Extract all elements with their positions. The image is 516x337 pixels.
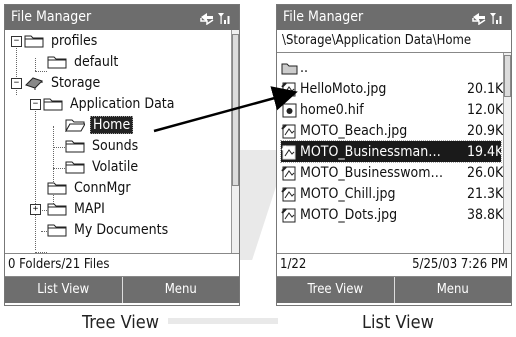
tree-item-label: ConnMgr: [74, 179, 131, 196]
storage-card-icon: [25, 77, 43, 90]
folder-icon: [65, 161, 85, 174]
tree-item-application-data[interactable]: Application Data: [43, 93, 176, 114]
tree-item-profiles[interactable]: profiles: [24, 30, 99, 51]
tree-item-sounds[interactable]: Sounds: [65, 135, 140, 156]
image-file-icon: [281, 123, 296, 138]
folder-open-icon: [65, 119, 85, 132]
list-item-file[interactable]: MOTO_Businesswom… 26.0K: [281, 162, 504, 183]
list-item-file-selected[interactable]: MOTO_Businessman… 19.4K: [280, 140, 504, 163]
collapse-toggle-storage[interactable]: −: [11, 78, 22, 89]
folder-icon: [47, 56, 67, 69]
tree-item-volatile[interactable]: Volatile: [65, 156, 140, 177]
file-name: MOTO_Beach.jpg: [300, 122, 408, 139]
scroll-thumb[interactable]: [232, 34, 239, 186]
list-item-file[interactable]: home0.hif 12.0K: [281, 99, 504, 120]
connectivity-icon: [472, 12, 486, 25]
image-file-icon: [281, 186, 296, 201]
title-bar: File Manager: [277, 5, 511, 30]
file-size: 20.1K: [467, 80, 504, 97]
list-item-file[interactable]: HelloMoto.jpg 20.1K: [281, 78, 504, 99]
tree-item-connmgr[interactable]: ConnMgr: [47, 177, 133, 198]
folder-icon: [24, 35, 44, 48]
tree-item-home[interactable]: Home: [65, 114, 134, 135]
image-file-icon: [281, 81, 296, 96]
file-date-time: 5/25/03 7:26 PM: [412, 257, 508, 272]
tree-item-label: Storage: [51, 74, 101, 91]
app-title: File Manager: [283, 9, 364, 25]
folder-open-icon: [43, 98, 63, 111]
file-name: home0.hif: [300, 101, 364, 118]
list-view-screen: File Manager \Storage\Application Data\H…: [276, 4, 512, 306]
folder-tree: − profiles default − Storage − Applicati…: [5, 30, 239, 254]
tree-item-label: Sounds: [92, 137, 139, 154]
list-item-file[interactable]: MOTO_Dots.jpg 38.8K: [281, 204, 504, 225]
file-size: 12.0K: [467, 101, 504, 118]
picture-file-icon: [282, 103, 297, 117]
watermark-bar: [168, 318, 278, 324]
tree-view-screen: File Manager − profiles default − Storag…: [4, 4, 240, 306]
tree-item-label: My Documents: [74, 221, 169, 238]
folder-icon: [47, 182, 67, 195]
tree-item-label: Volatile: [92, 158, 139, 175]
image-file-icon: [281, 144, 296, 159]
list-scrollbar[interactable]: [503, 53, 511, 253]
file-size: 20.9K: [467, 122, 504, 139]
list-item-parent-folder[interactable]: ..: [281, 57, 501, 78]
tree-item-label: profiles: [51, 32, 98, 49]
tree-item-my-documents[interactable]: My Documents: [47, 219, 170, 240]
connectivity-icon: [200, 12, 214, 25]
image-file-icon: [281, 165, 296, 180]
file-name: HelloMoto.jpg: [300, 80, 387, 97]
list-item-file[interactable]: MOTO_Beach.jpg 20.9K: [281, 120, 504, 141]
image-file-icon: [281, 207, 296, 222]
file-list: .. HelloMoto.jpg 20.1K home0.hif 12.0K M…: [277, 53, 511, 254]
status-icons: [471, 5, 503, 30]
collapse-toggle-profiles[interactable]: −: [11, 36, 22, 47]
menu-softkey[interactable]: Menu: [393, 277, 512, 303]
file-size: 26.0K: [467, 164, 504, 181]
folder-icon: [47, 224, 67, 237]
title-bar: File Manager: [5, 5, 239, 30]
file-size: 19.4K: [467, 143, 504, 160]
softkey-bar: Tree View Menu: [277, 277, 511, 303]
softkey-bar: List View Menu: [5, 277, 239, 303]
list-view-softkey[interactable]: List View: [5, 277, 122, 303]
collapse-toggle-application-data[interactable]: −: [30, 99, 41, 110]
status-bar: 0 Folders/21 Files: [5, 254, 239, 277]
file-name: MOTO_Dots.jpg: [300, 206, 398, 223]
menu-softkey[interactable]: Menu: [121, 277, 240, 303]
file-name: MOTO_Chill.jpg: [300, 185, 396, 202]
tree-item-label: Application Data: [70, 95, 175, 112]
signal-strength-icon: [218, 12, 230, 24]
file-name: ..: [300, 59, 308, 76]
parent-folder-icon: [281, 63, 298, 74]
tree-item-label: MAPI: [74, 200, 105, 217]
tree-item-label: default: [74, 53, 119, 70]
tree-item-mapi[interactable]: MAPI: [47, 198, 107, 219]
status-icons: [199, 5, 231, 30]
file-name: MOTO_Businesswom…: [300, 164, 444, 181]
expand-toggle-mapi[interactable]: +: [30, 204, 41, 215]
scroll-thumb[interactable]: [504, 55, 511, 97]
tree-item-label-selected: Home: [90, 115, 134, 134]
file-size: 38.8K: [467, 206, 504, 223]
item-position: 1/22: [280, 257, 307, 272]
folder-icon: [47, 203, 67, 216]
tree-item-storage[interactable]: Storage: [24, 72, 102, 93]
signal-strength-icon: [490, 12, 502, 24]
list-item-file[interactable]: MOTO_Chill.jpg 21.3K: [281, 183, 504, 204]
list-view-caption: List View: [362, 312, 434, 333]
tree-scrollbar[interactable]: [231, 30, 239, 253]
file-size: 21.3K: [467, 185, 504, 202]
file-name: MOTO_Businessman…: [300, 143, 441, 160]
app-title: File Manager: [11, 9, 92, 25]
file-count-status: 0 Folders/21 Files: [8, 257, 110, 272]
tree-view-caption: Tree View: [82, 312, 159, 333]
path-bar: \Storage\Application Data\Home: [277, 30, 511, 53]
tree-item-default[interactable]: default: [47, 51, 120, 72]
status-bar: 1/22 5/25/03 7:26 PM: [277, 254, 511, 277]
tree-view-softkey[interactable]: Tree View: [277, 277, 394, 303]
folder-icon: [65, 140, 85, 153]
